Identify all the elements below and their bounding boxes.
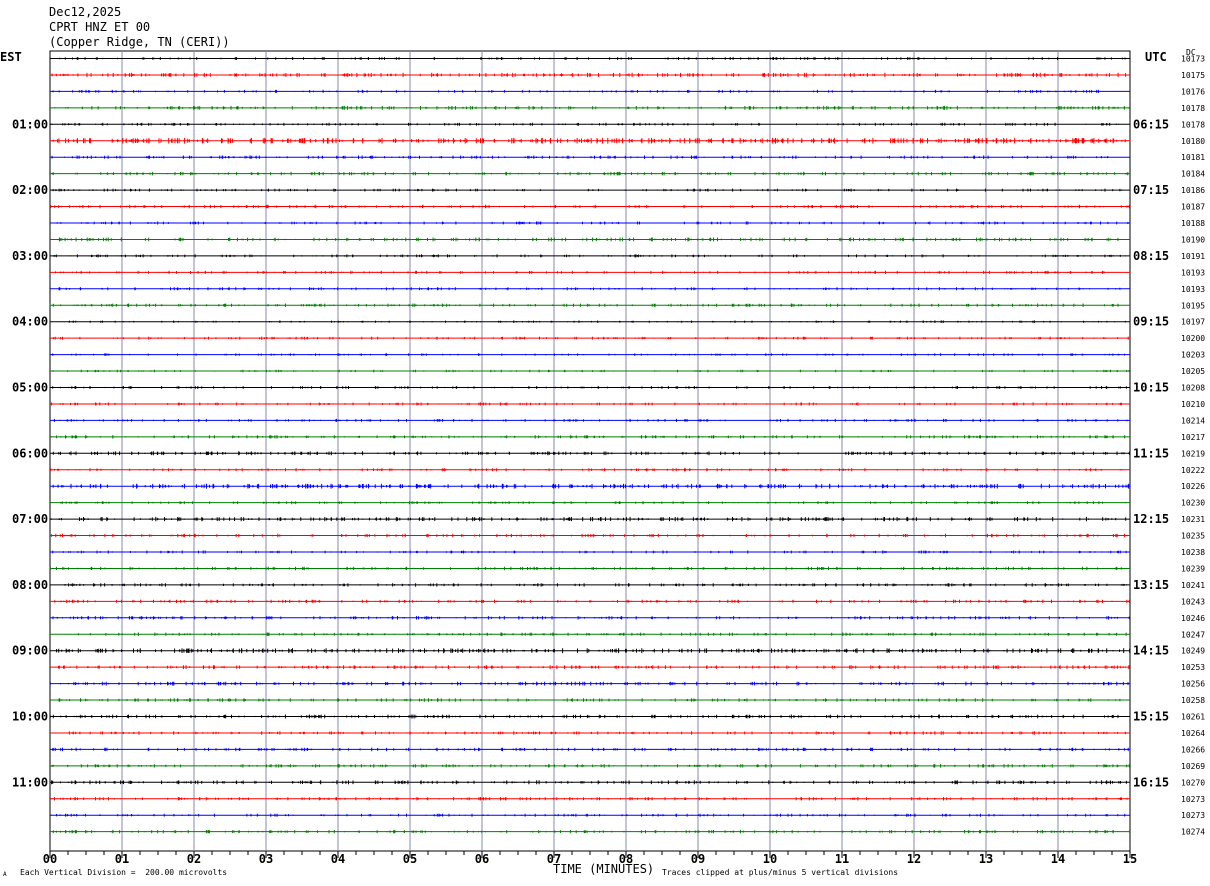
- dc-offset-label: 10222: [1181, 466, 1205, 475]
- hour-label-est: 11:00: [12, 775, 48, 789]
- dc-offset-label: 10238: [1181, 548, 1205, 557]
- dc-offset-label: 10249: [1181, 647, 1205, 656]
- hour-label-utc: 09:15: [1133, 315, 1169, 329]
- x-tick-label: 10: [763, 852, 777, 866]
- x-tick-label: 05: [403, 852, 417, 866]
- hour-label-est: 08:00: [12, 578, 48, 592]
- dc-offset-label: 10210: [1181, 400, 1205, 409]
- dc-offset-label: 10180: [1181, 137, 1205, 146]
- dc-offset-label: 10187: [1181, 203, 1205, 212]
- dc-offset-label: 10230: [1181, 499, 1205, 508]
- hour-label-est: 07:00: [12, 512, 48, 526]
- x-tick-label: 04: [331, 852, 345, 866]
- x-tick-label: 09: [691, 852, 705, 866]
- dc-offset-label: 10261: [1181, 713, 1205, 722]
- dc-offset-label: 10203: [1181, 351, 1205, 360]
- dc-offset-label: 10178: [1181, 104, 1205, 113]
- hour-label-utc: 15:15: [1133, 710, 1169, 724]
- dc-offset-label: 10231: [1181, 515, 1205, 524]
- x-tick-label: 03: [259, 852, 273, 866]
- dc-offset-label: 10253: [1181, 663, 1205, 672]
- dc-offset-label: 10219: [1181, 449, 1205, 458]
- dc-offset-label: 10195: [1181, 301, 1205, 310]
- x-tick-label: 15: [1123, 852, 1137, 866]
- dc-offset-label: 10208: [1181, 384, 1205, 393]
- hour-label-est: 04:00: [12, 315, 48, 329]
- dc-offset-label: 10184: [1181, 170, 1205, 179]
- dc-offset-label: 10200: [1181, 334, 1205, 343]
- dc-offset-label: 10247: [1181, 630, 1205, 639]
- hour-label-est: 10:00: [12, 710, 48, 724]
- x-tick-label: 06: [475, 852, 489, 866]
- hour-label-utc: 08:15: [1133, 249, 1169, 263]
- x-axis-label: TIME (MINUTES): [553, 862, 655, 876]
- dc-offset-label: 10188: [1181, 219, 1205, 228]
- hour-label-utc: 14:15: [1133, 644, 1169, 658]
- dc-offset-label: 10226: [1181, 482, 1205, 491]
- hour-label-est: 01:00: [12, 117, 48, 131]
- dc-offset-label: 10258: [1181, 696, 1205, 705]
- dc-offset-label: 10181: [1181, 153, 1205, 162]
- x-tick-label: 01: [115, 852, 129, 866]
- hour-label-utc: 16:15: [1133, 775, 1169, 789]
- x-tick-label: 13: [979, 852, 993, 866]
- dc-offset-label: 10175: [1181, 71, 1205, 80]
- dc-offset-label: 10241: [1181, 581, 1205, 590]
- hour-label-utc: 10:15: [1133, 381, 1169, 395]
- dc-offset-label: 10235: [1181, 532, 1205, 541]
- dc-offset-label: 10186: [1181, 186, 1205, 195]
- dc-offset-label: 10273: [1181, 795, 1205, 804]
- hour-label-est: 03:00: [12, 249, 48, 263]
- x-tick-label: 14: [1051, 852, 1065, 866]
- hour-label-est: 09:00: [12, 644, 48, 658]
- dc-offset-label: 10191: [1181, 252, 1205, 261]
- scale-note: Each Vertical Division = 200.00 microvol…: [20, 868, 228, 877]
- dc-offset-label: 10256: [1181, 680, 1205, 689]
- hour-label-utc: 13:15: [1133, 578, 1169, 592]
- dc-offset-label: 10270: [1181, 778, 1205, 787]
- dc-offset-label: 10274: [1181, 828, 1205, 837]
- dc-offset-label: 10217: [1181, 433, 1205, 442]
- hour-label-utc: 06:15: [1133, 117, 1169, 131]
- dc-offset-label: 10190: [1181, 235, 1205, 244]
- dc-offset-label: 10239: [1181, 564, 1205, 573]
- dc-offset-label: 10243: [1181, 597, 1205, 606]
- dc-offset-label: 10205: [1181, 367, 1205, 376]
- dc-offset-label: 10266: [1181, 745, 1205, 754]
- hour-label-utc: 12:15: [1133, 512, 1169, 526]
- hour-label-utc: 11:15: [1133, 446, 1169, 460]
- hour-label-est: 06:00: [12, 446, 48, 460]
- dc-offset-label: 10193: [1181, 268, 1205, 277]
- x-tick-label: 02: [187, 852, 201, 866]
- corner-mark: A: [3, 871, 7, 878]
- hour-label-utc: 07:15: [1133, 183, 1169, 197]
- dc-offset-label: 10246: [1181, 614, 1205, 623]
- hour-label-est: 02:00: [12, 183, 48, 197]
- dc-offset-label: 10264: [1181, 729, 1205, 738]
- x-tick-label: 11: [835, 852, 849, 866]
- dc-offset-label: 10193: [1181, 285, 1205, 294]
- dc-offset-label: 10176: [1181, 87, 1205, 96]
- plot-frame: [49, 50, 1131, 852]
- dc-offset-label: 10178: [1181, 120, 1205, 129]
- dc-offset-label: 10269: [1181, 762, 1205, 771]
- dc-offset-label: 10197: [1181, 318, 1205, 327]
- dc-offset-label: 10173: [1181, 55, 1205, 64]
- clip-note: Traces clipped at plus/minus 5 vertical …: [662, 868, 899, 877]
- seismogram-plot: 10173 10175 10176 10178 10178 10180 10181 10184…: [12, 50, 1205, 866]
- x-tick-label: 12: [907, 852, 921, 866]
- dc-offset-label: 10214: [1181, 416, 1205, 425]
- hour-label-est: 05:00: [12, 381, 48, 395]
- dc-offset-label: 10273: [1181, 811, 1205, 820]
- x-tick-label: 00: [43, 852, 57, 866]
